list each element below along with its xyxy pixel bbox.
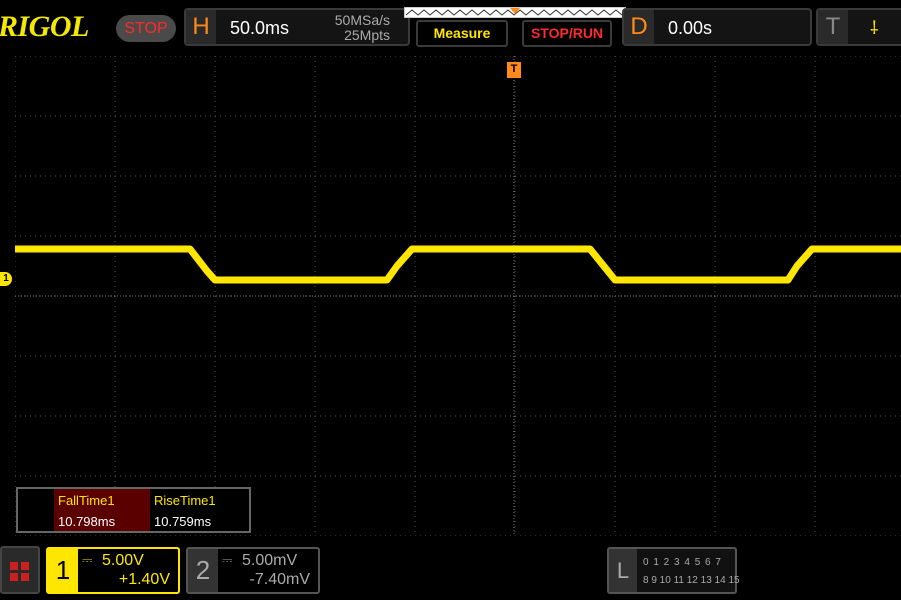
waveform-display[interactable]: [15, 56, 901, 536]
logic-channels-row-1: 0 1 2 3 4 5 6 7: [643, 557, 722, 568]
measurement-results: FallTime1 10.798ms RiseTime1 10.759ms: [16, 487, 251, 533]
memory-depth: 25Mpts: [344, 27, 390, 43]
measurement-fall-time: FallTime1 10.798ms: [54, 489, 150, 531]
channel-1-panel[interactable]: 1 ⎓ 5.00V +1.40V: [46, 547, 180, 594]
timebase-value: 50.0ms: [230, 18, 290, 38]
dc-coupling-icon: ⎓: [82, 552, 93, 567]
stop-run-button[interactable]: STOP/RUN: [522, 20, 612, 47]
graticule: [15, 56, 901, 536]
rigol-logo: RIGOL: [0, 10, 89, 43]
logic-analyzer-panel[interactable]: L 0 1 2 3 4 5 6 7 8 9 10 11 12 13 14 15: [607, 547, 740, 594]
delay-tag: D: [624, 10, 654, 44]
channel-1-offset-marker[interactable]: 1: [0, 272, 12, 286]
trigger-edge-icon: ⸸: [870, 18, 879, 38]
measure-button[interactable]: Measure: [416, 20, 508, 47]
channel-2-scale: 5.00mV: [242, 552, 298, 569]
measurement-value: 10.759ms: [154, 514, 212, 529]
trigger-marker[interactable]: T: [507, 62, 521, 78]
run-state-indicator[interactable]: STOP: [116, 15, 176, 42]
measurement-rise-time: RiseTime1 10.759ms: [150, 489, 246, 531]
acquisition-info: 50MSa/s 25Mpts: [335, 13, 390, 43]
channel-2-offset: -7.40mV: [249, 571, 310, 588]
channel-1-number: 1: [48, 549, 78, 592]
delay-value: 0.00s: [668, 18, 713, 38]
channel-2-number: 2: [188, 549, 218, 592]
menu-grid-icon: [10, 562, 30, 582]
measurement-name: RiseTime1: [154, 493, 216, 508]
top-bar: RIGOL STOP H 50.0ms 50MSa/s 25Mpts Measu…: [0, 0, 901, 52]
channel-1-waveform: [15, 245, 901, 284]
channel-2-panel[interactable]: 2 ⎓ 5.00mV -7.40mV: [186, 547, 320, 594]
measurement-value: 10.798ms: [58, 514, 116, 529]
horizontal-panel[interactable]: H 50.0ms 50MSa/s 25Mpts: [184, 8, 410, 46]
memory-position-ruler: [404, 7, 626, 18]
main-menu-button[interactable]: [0, 546, 40, 594]
delay-panel[interactable]: D 0.00s: [622, 8, 812, 46]
horizontal-tag: H: [186, 10, 216, 44]
trigger-tag: T: [818, 10, 848, 44]
trigger-panel[interactable]: T ⸸: [816, 8, 901, 46]
logic-tag: L: [609, 549, 637, 592]
measurement-name: FallTime1: [58, 493, 115, 508]
channel-1-scale: 5.00V: [102, 552, 144, 569]
dc-coupling-icon: ⎓: [222, 552, 233, 567]
sample-rate: 50MSa/s: [334, 12, 390, 28]
logic-channels-row-2: 8 9 10 11 12 13 14 15: [643, 575, 740, 586]
channel-1-offset: +1.40V: [118, 571, 170, 588]
